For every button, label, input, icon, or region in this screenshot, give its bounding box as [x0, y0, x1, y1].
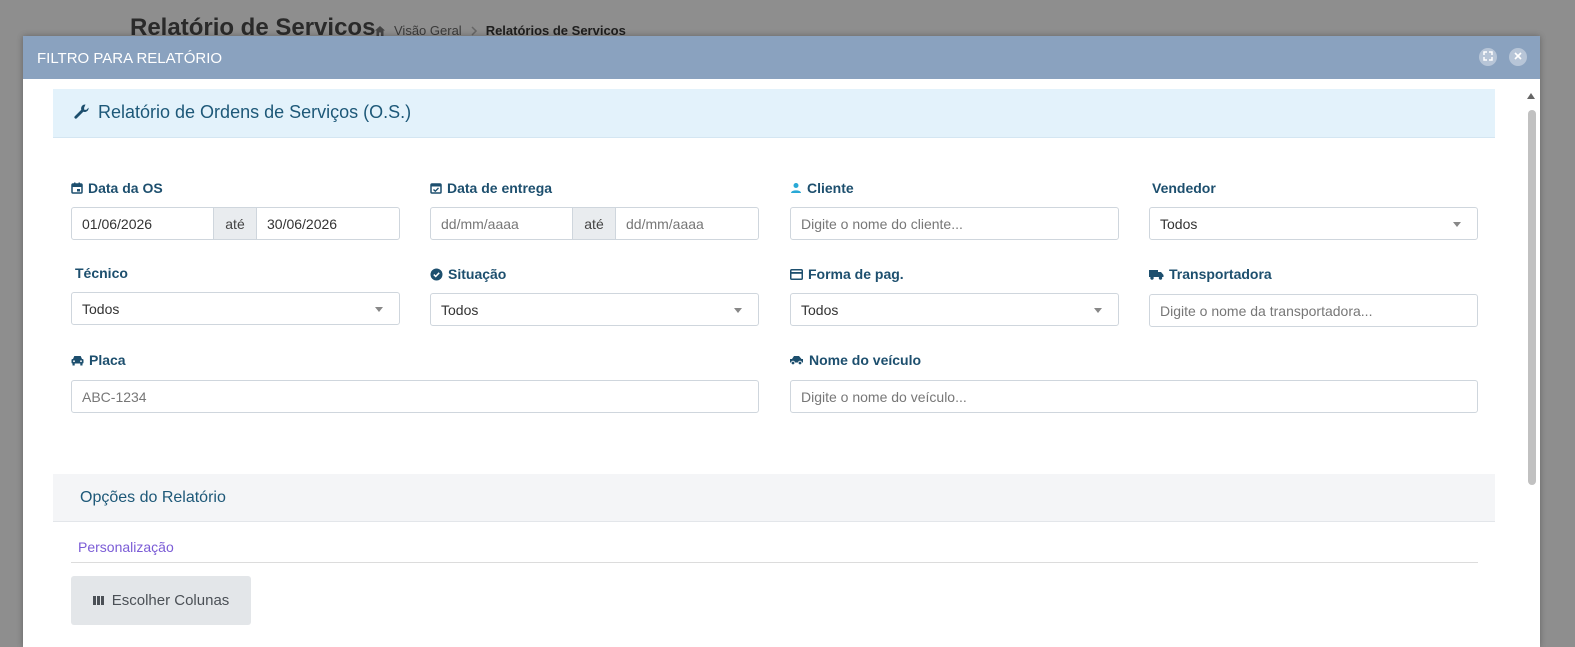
report-section-header: Relatório de Ordens de Serviços (O.S.) — [53, 89, 1495, 138]
modal-title: FILTRO PARA RELATÓRIO — [37, 50, 223, 67]
check-circle-icon — [430, 268, 443, 281]
tecnico-select[interactable]: Todos — [71, 292, 400, 325]
vendedor-label: Vendedor — [1152, 180, 1216, 196]
calendar-icon — [71, 182, 83, 194]
placa-input[interactable] — [71, 380, 759, 413]
situacao-select[interactable]: Todos — [430, 293, 759, 326]
user-icon — [790, 182, 802, 194]
transportadora-input[interactable] — [1149, 294, 1478, 327]
data-entrega-label: Data de entrega — [430, 180, 552, 196]
data-entrega-to-input[interactable] — [615, 207, 759, 240]
home-icon — [374, 25, 386, 37]
wrench-icon — [73, 103, 91, 126]
scrollbar-thumb[interactable] — [1528, 110, 1536, 485]
chevron-right-icon — [470, 25, 478, 36]
credit-card-icon — [790, 268, 803, 280]
caret-down-icon — [1094, 308, 1102, 313]
forma-pag-select[interactable]: Todos — [790, 293, 1119, 326]
options-section-header: Opções do Relatório — [53, 474, 1495, 522]
forma-pag-label: Forma de pag. — [790, 266, 904, 282]
filter-modal: FILTRO PARA RELATÓRIO Relatório de Orden… — [23, 36, 1540, 647]
caret-down-icon — [375, 307, 383, 312]
nome-veiculo-label: Nome do veículo — [789, 352, 921, 368]
scroll-up-arrow[interactable] — [1527, 93, 1535, 99]
calendar-check-icon — [430, 182, 442, 194]
cliente-input[interactable] — [790, 207, 1119, 240]
close-button[interactable] — [1509, 48, 1527, 66]
choose-columns-button[interactable]: Escolher Colunas — [71, 576, 251, 625]
tab-personalizacao[interactable]: Personalização — [78, 539, 174, 555]
expand-button[interactable] — [1479, 48, 1497, 66]
situacao-label: Situação — [430, 266, 506, 282]
close-icon — [1513, 48, 1523, 66]
tecnico-label: Técnico — [75, 265, 128, 281]
data-os-separator: até — [213, 207, 257, 240]
columns-icon — [92, 592, 104, 609]
section-title: Relatório de Ordens de Serviços (O.S.) — [98, 102, 412, 122]
car-icon — [71, 355, 84, 366]
nome-veiculo-input[interactable] — [790, 380, 1478, 413]
data-os-from-input[interactable] — [71, 207, 214, 240]
transportadora-label: Transportadora — [1149, 266, 1272, 282]
truck-icon — [1149, 269, 1164, 280]
caret-down-icon — [734, 308, 742, 313]
vendedor-select[interactable]: Todos — [1149, 207, 1478, 240]
cliente-label: Cliente — [790, 180, 854, 196]
data-entrega-from-input[interactable] — [430, 207, 573, 240]
car-side-icon — [789, 355, 804, 365]
data-os-label: Data da OS — [71, 180, 163, 196]
placa-label: Placa — [71, 352, 126, 368]
modal-header: FILTRO PARA RELATÓRIO — [23, 36, 1540, 79]
data-entrega-separator: até — [572, 207, 616, 240]
options-title: Opções do Relatório — [80, 489, 226, 506]
caret-down-icon — [1453, 222, 1461, 227]
expand-icon — [1483, 48, 1493, 66]
tab-divider — [71, 562, 1478, 563]
data-os-to-input[interactable] — [256, 207, 400, 240]
